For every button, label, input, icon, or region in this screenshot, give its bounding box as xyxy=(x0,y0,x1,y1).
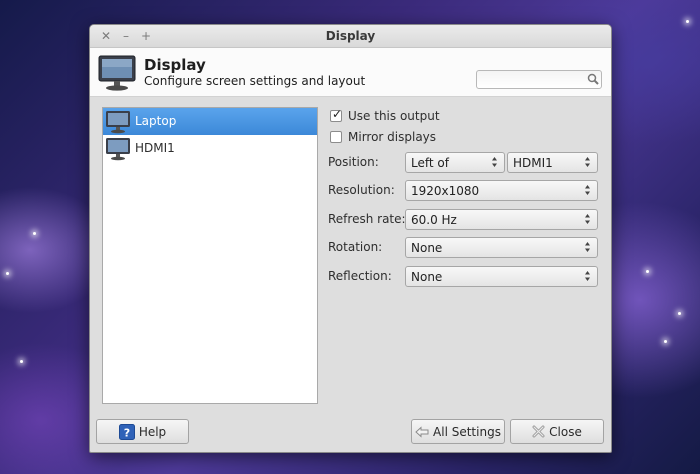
resolution-select[interactable]: 1920x1080 xyxy=(405,180,598,201)
reflection-select[interactable]: None xyxy=(405,266,598,287)
help-icon: ? xyxy=(118,423,135,440)
mirror-displays-option[interactable]: Mirror displays xyxy=(330,128,436,146)
monitor-icon xyxy=(97,54,137,95)
reflection-label: Reflection: xyxy=(328,269,392,283)
position-target-select[interactable]: HDMI1 xyxy=(507,152,598,173)
reflection-value: None xyxy=(411,270,443,284)
star xyxy=(20,360,23,363)
refresh-rate-select[interactable]: 60.0 Hz xyxy=(405,209,598,230)
star xyxy=(646,270,649,273)
rotation-label: Rotation: xyxy=(328,240,383,254)
page-title: Display xyxy=(144,56,206,74)
mirror-displays-checkbox[interactable] xyxy=(330,131,342,143)
close-icon xyxy=(532,425,545,438)
page-subtitle: Configure screen settings and layout xyxy=(144,74,366,88)
star xyxy=(33,232,36,235)
checkmark-icon: ✓ xyxy=(332,107,343,121)
use-output-checkbox[interactable]: ✓ xyxy=(330,107,343,122)
list-item-label: Laptop xyxy=(135,114,177,128)
spin-arrows-icon xyxy=(584,269,591,286)
position-select[interactable]: Left of xyxy=(405,152,505,173)
list-item-label: HDMI1 xyxy=(135,141,175,155)
use-output-label: Use this output xyxy=(348,109,440,123)
back-arrow-icon xyxy=(415,425,429,438)
titlebar: ✕ – + Display xyxy=(90,25,611,48)
help-button[interactable]: ? Help xyxy=(96,419,189,444)
monitor-icon xyxy=(105,110,131,137)
all-settings-button-label: All Settings xyxy=(433,424,501,439)
star xyxy=(6,272,9,275)
use-output-option[interactable]: ✓ Use this output xyxy=(330,107,440,125)
help-button-label: Help xyxy=(138,424,167,439)
mirror-displays-label: Mirror displays xyxy=(348,130,437,144)
spin-arrows-icon xyxy=(584,212,591,229)
resolution-label: Resolution: xyxy=(328,183,395,197)
search-input[interactable] xyxy=(476,70,602,89)
position-target-value: HDMI1 xyxy=(513,156,553,170)
position-label: Position: xyxy=(328,155,379,169)
list-item-laptop[interactable]: Laptop xyxy=(103,108,317,135)
position-value: Left of xyxy=(411,156,449,170)
close-button-label: Close xyxy=(549,424,582,439)
refresh-rate-label: Refresh rate: xyxy=(328,212,406,226)
outputs-list[interactable]: Laptop HDMI1 xyxy=(102,107,318,404)
spin-arrows-icon xyxy=(584,240,591,257)
rotation-value: None xyxy=(411,241,443,255)
search-icon[interactable] xyxy=(587,73,599,88)
display-dialog: ✕ – + Display Display Configure screen s… xyxy=(89,24,612,453)
spin-arrows-icon xyxy=(584,155,591,172)
spin-arrows-icon xyxy=(584,183,591,200)
star xyxy=(664,340,667,343)
svg-text:?: ? xyxy=(124,426,130,439)
refresh-rate-value: 60.0 Hz xyxy=(411,213,457,227)
monitor-icon xyxy=(105,137,131,164)
dialog-header: Display Configure screen settings and la… xyxy=(90,48,611,97)
spin-arrows-icon xyxy=(491,155,498,172)
close-button[interactable]: Close xyxy=(510,419,604,444)
all-settings-button[interactable]: All Settings xyxy=(411,419,505,444)
rotation-select[interactable]: None xyxy=(405,237,598,258)
list-item-hdmi1[interactable]: HDMI1 xyxy=(103,135,317,162)
window-title: Display xyxy=(325,29,376,43)
resolution-value: 1920x1080 xyxy=(411,184,480,198)
star xyxy=(686,20,689,23)
star xyxy=(678,312,681,315)
